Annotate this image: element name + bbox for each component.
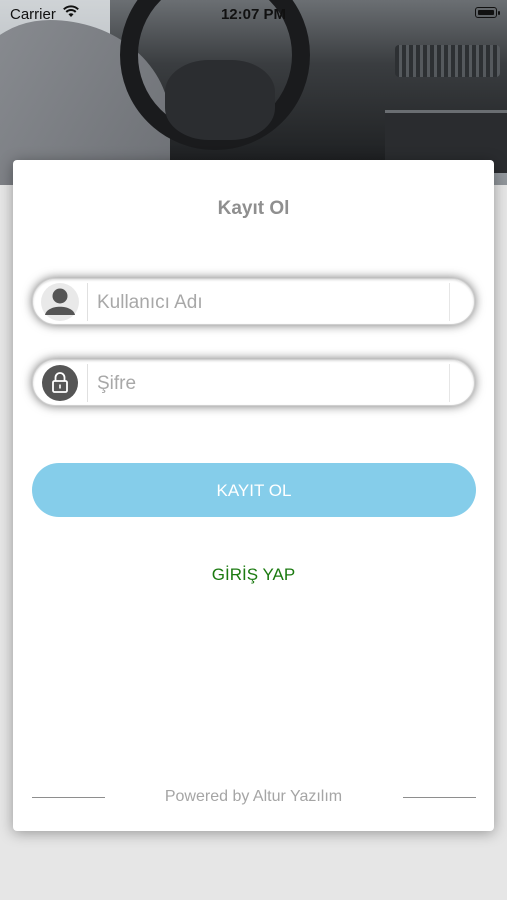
status-bar: Carrier 12:07 PM — [0, 0, 507, 28]
password-input[interactable] — [95, 366, 429, 402]
field-divider — [87, 283, 88, 321]
username-field[interactable] — [32, 278, 475, 325]
password-field[interactable] — [32, 359, 475, 406]
clock: 12:07 PM — [220, 6, 287, 23]
air-vent — [395, 45, 500, 77]
field-divider-right — [449, 364, 450, 402]
lock-icon — [37, 363, 83, 403]
page-title: Kayıt Ol — [217, 198, 290, 219]
steering-hub — [165, 60, 275, 140]
register-button[interactable]: KAYIT OL — [32, 463, 476, 517]
login-link[interactable]: GİRİŞ YAP — [13, 565, 494, 585]
register-card: Kayıt Ol KAYIT OL GİRİŞ YAP — [13, 160, 494, 831]
field-divider — [87, 364, 88, 402]
footer-line-right — [403, 797, 476, 798]
footer: Powered by Altur Yazılım — [13, 787, 494, 809]
username-input[interactable] — [95, 285, 429, 321]
battery-icon — [475, 7, 500, 18]
user-icon — [37, 282, 83, 322]
field-divider-right — [449, 283, 450, 321]
